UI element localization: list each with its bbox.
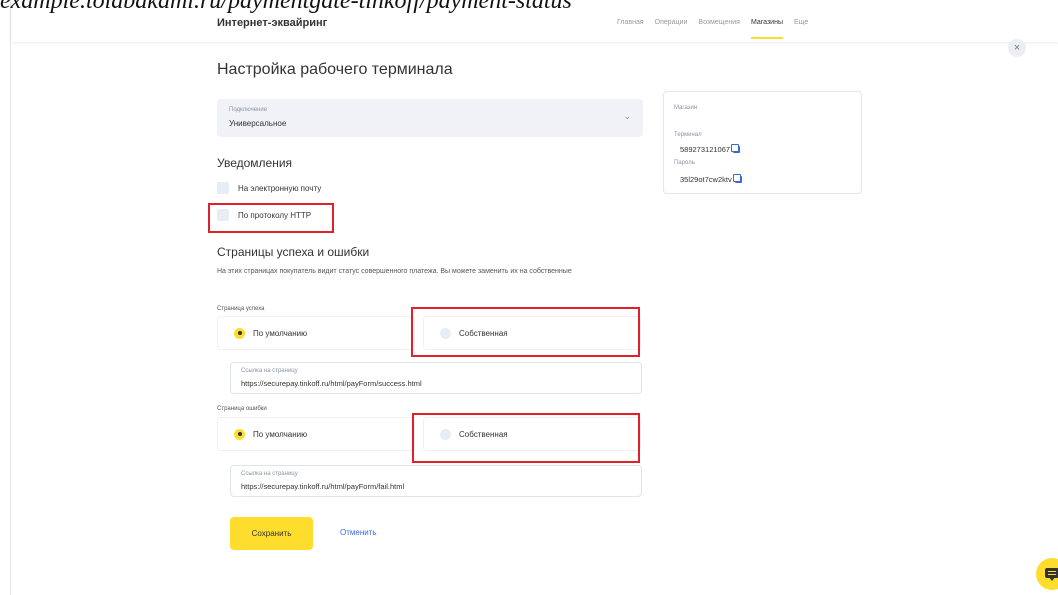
fail-default-option[interactable]: По умолчанию [217,417,415,451]
nav-item-refunds[interactable]: Возмещения [698,19,740,26]
copy-icon[interactable] [732,174,742,183]
cancel-button[interactable]: Отменить [340,528,377,537]
pages-heading: Страницы успеха и ошибки [217,245,370,259]
nav-item-more[interactable]: Еще [794,19,808,26]
pages-description: На этих страницах покупатель видит стату… [217,268,572,275]
page-title: Настройка рабочего терминала [217,61,453,78]
password-value: 35l29ot7cw2ktv [680,175,732,184]
highlight-box-success-custom [411,307,640,357]
password-value-row: 35l29ot7cw2ktv [680,174,742,184]
chevron-down-icon: ⌄ [623,111,631,121]
save-button[interactable]: Сохранить [230,517,313,550]
email-checkbox-label: На электронную почту [238,183,322,193]
app-title: Интернет-эквайринг [217,17,328,29]
copy-icon[interactable] [731,144,741,153]
shop-label: Магазин [674,105,698,111]
page-frame: Интернет-эквайринг Главная Операции Возм… [10,0,1058,595]
chat-icon[interactable] [1036,558,1058,590]
terminal-label: Терминал [674,132,702,138]
fail-default-label: По умолчанию [253,429,308,439]
nav-item-operations[interactable]: Операции [655,19,688,26]
top-caption: example.tolabakami.ru/paymentgate-tinkof… [0,0,572,14]
close-icon[interactable]: × [1008,39,1026,57]
terminal-value-row: 589273121067 [680,144,741,154]
main-nav: Главная Операции Возмещения Магазины Еще [617,19,808,39]
fail-link-value: https://securepay.tinkoff.ru/html/payFor… [241,482,405,491]
success-default-option[interactable]: По умолчанию [217,316,415,350]
chat-lines [1048,571,1056,572]
success-default-label: По умолчанию [253,328,308,338]
success-link-value: https://securepay.tinkoff.ru/html/payFor… [241,379,422,388]
terminal-value: 589273121067 [680,145,731,154]
success-link-field[interactable]: Ссылка на страницу https://securepay.tin… [230,362,642,394]
connection-select[interactable]: Подключение Универсальное ⌄ [217,99,643,137]
highlight-box-http [208,203,334,233]
connection-label: Подключение [229,107,268,113]
email-notification-row[interactable]: На электронную почту [217,182,321,194]
radio-selected-icon[interactable] [234,428,245,440]
fail-link-label: Ссылка на страницу [241,471,298,477]
highlight-box-fail-custom [412,413,640,463]
success-link-label: Ссылка на страницу [241,368,298,374]
notifications-heading: Уведомления [217,156,293,170]
fail-page-label: Страница ошибки [217,406,267,412]
connection-value: Универсальное [229,119,287,128]
nav-item-shops[interactable]: Магазины [750,19,784,39]
radio-selected-icon[interactable] [234,327,245,339]
terminal-info-card: Магазин Терминал 589273121067 Пароль 35l… [663,91,862,194]
success-page-label: Страница успеха [217,306,265,312]
nav-item-home[interactable]: Главная [617,19,644,26]
fail-link-field[interactable]: Ссылка на страницу https://securepay.tin… [230,465,642,497]
email-checkbox[interactable] [217,182,229,194]
password-label: Пароль [674,160,695,166]
